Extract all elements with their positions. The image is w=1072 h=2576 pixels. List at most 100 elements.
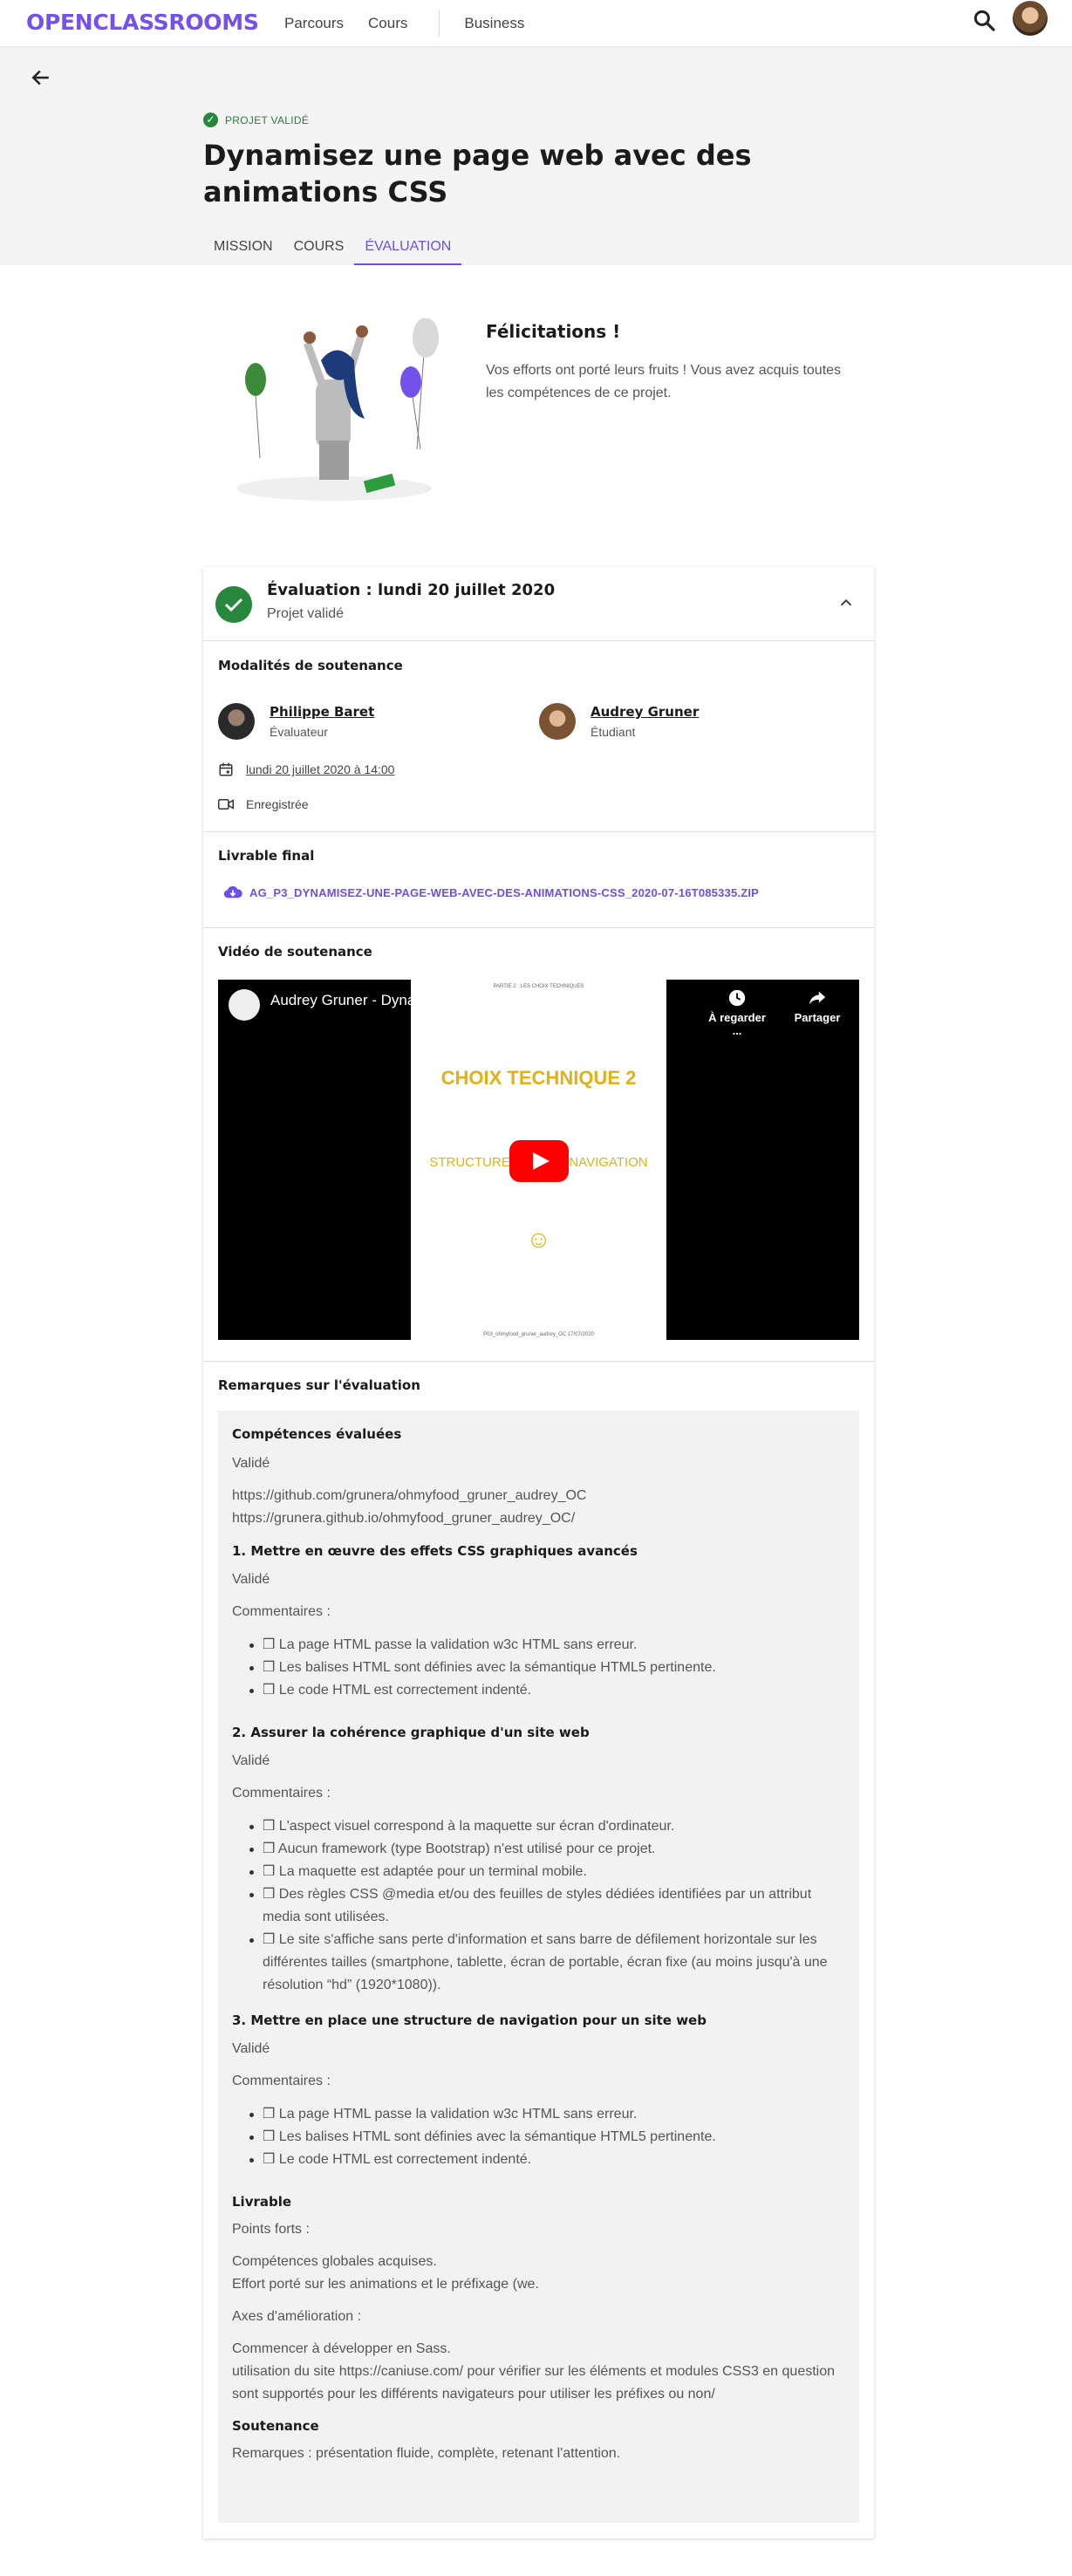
- status-label: PROJET VALIDÉ: [225, 113, 310, 126]
- video-title-overlay[interactable]: Audrey Gruner - Dynamisez une page web a…: [270, 992, 654, 1009]
- list-item: ❒ Le code HTML est correctement indenté.: [242, 2149, 844, 2171]
- soutenance-title: Soutenance: [232, 2418, 319, 2434]
- defense-date: lundi 20 juillet 2020 à 14:00: [218, 762, 394, 777]
- section-3-status: Validé: [232, 2041, 270, 2056]
- strength-line: Effort porté sur les animations et le pr…: [232, 2277, 539, 2292]
- section-3-comments-label: Commentaires :: [232, 2074, 331, 2088]
- strengths-label: Points forts :: [232, 2222, 310, 2237]
- student-name[interactable]: Audrey Gruner: [591, 703, 699, 721]
- evaluation-title: Évaluation : lundi 20 juillet 2020: [267, 581, 556, 599]
- github-pages-link[interactable]: https://grunera.github.io/ohmyfood_grune…: [232, 1507, 575, 1530]
- list-item: ❒ Des règles CSS @media et/ou des feuill…: [242, 1883, 844, 1929]
- project-tabs: MISSION COURS ÉVALUATION: [203, 230, 462, 265]
- share-button[interactable]: Partager: [782, 988, 852, 1024]
- watch-later-label: À regarder ...: [708, 1011, 766, 1037]
- divider: [203, 927, 874, 928]
- modalites-title: Modalités de soutenance: [218, 658, 403, 673]
- calendar-icon: [219, 762, 233, 776]
- defense-date-link[interactable]: lundi 20 juillet 2020 à 14:00: [246, 762, 394, 776]
- competences-title: Compétences évaluées: [232, 1426, 402, 1442]
- livrable-final-title: Livrable final: [218, 848, 315, 864]
- improve-line: Commencer à développer en Sass.: [232, 2341, 451, 2356]
- page-title: Dynamisez une page web avec des animatio…: [203, 139, 752, 208]
- evaluator-name[interactable]: Philippe Baret: [270, 703, 374, 721]
- channel-avatar[interactable]: [229, 989, 260, 1021]
- list-item: ❒ Les balises HTML sont définies avec la…: [242, 2126, 844, 2149]
- tab-cours[interactable]: COURS: [283, 230, 355, 265]
- section-1-comments-label: Commentaires :: [232, 1604, 331, 1619]
- chevron-up-icon[interactable]: [836, 593, 856, 612]
- share-label: Partager: [794, 1011, 841, 1024]
- evaluation-status: Projet validé: [267, 606, 345, 621]
- deliverable-download[interactable]: AG_P3_DYNAMISEZ-UNE-PAGE-WEB-AVEC-DES-AN…: [223, 885, 759, 899]
- celebration-illustration: [236, 318, 439, 501]
- nav-parcours[interactable]: Parcours: [284, 15, 344, 32]
- remarks-title: Remarques sur l'évaluation: [218, 1377, 420, 1393]
- avatar: [539, 703, 576, 740]
- tab-evaluation[interactable]: ÉVALUATION: [354, 230, 462, 265]
- video-player[interactable]: PARTIE 2 : LES CHOIX TECHNIQUES CHOIX TE…: [218, 980, 859, 1340]
- check-icon: [215, 586, 252, 623]
- nav-business[interactable]: Business: [464, 15, 524, 32]
- github-link[interactable]: https://github.com/grunera/ohmyfood_grun…: [232, 1485, 586, 1507]
- student: Audrey Gruner Étudiant: [539, 703, 699, 743]
- cloud-download-icon: [223, 885, 242, 899]
- main-nav: Parcours Cours Business: [284, 10, 549, 37]
- list-item: ❒ Le code HTML est correctement indenté.: [242, 1679, 844, 1702]
- list-item: ❒ Aucun framework (type Bootstrap) n'est…: [242, 1838, 844, 1861]
- competences-status: Validé: [232, 1456, 270, 1471]
- slide-title: CHOIX TECHNIQUE 2: [440, 1067, 637, 1089]
- slide-footer: P03_ohmyfood_gruner_audrey_OC 17/07/2020: [483, 1332, 594, 1337]
- evaluator-role: Évaluateur: [270, 725, 328, 739]
- strength-line: Compétences globales acquises.: [232, 2254, 437, 2269]
- search-icon[interactable]: [972, 8, 998, 34]
- user-avatar[interactable]: [1013, 1, 1048, 36]
- section-2-status: Validé: [232, 1753, 270, 1768]
- section-2-title: 2. Assurer la cohérence graphique d'un s…: [232, 1725, 590, 1740]
- project-header: ✓ PROJET VALIDÉ Dynamisez une page web a…: [0, 47, 1072, 265]
- section-3-list: ❒ La page HTML passe la validation w3c H…: [242, 2103, 844, 2171]
- evaluation-header[interactable]: Évaluation : lundi 20 juillet 2020 Proje…: [203, 567, 874, 641]
- deliverable-filename: AG_P3_DYNAMISEZ-UNE-PAGE-WEB-AVEC-DES-AN…: [249, 885, 760, 899]
- top-navbar: OPENCLASSROOMS Parcours Cours Business: [0, 0, 1072, 47]
- slide-emoji: ☺: [526, 1226, 551, 1253]
- share-icon: [809, 991, 826, 1005]
- watch-later-button[interactable]: À regarder ...: [702, 988, 772, 1037]
- improve-label: Axes d'amélioration :: [232, 2309, 362, 2324]
- soutenance-text: Remarques : présentation fluide, complèt…: [232, 2446, 621, 2461]
- recording-label: Enregistrée: [246, 797, 309, 811]
- list-item: ❒ La page HTML passe la validation w3c H…: [242, 2103, 844, 2126]
- slide-header: PARTIE 2 : LES CHOIX TECHNIQUES: [493, 984, 584, 989]
- list-item: ❒ Le site s'affiche sans perte d'informa…: [242, 1929, 844, 1997]
- list-item: ❒ La page HTML passe la validation w3c H…: [242, 1634, 844, 1657]
- congrats-text: Vos efforts ont porté leurs fruits ! Vou…: [486, 363, 842, 400]
- section-3-title: 3. Mettre en place une structure de navi…: [232, 2012, 707, 2028]
- list-item: ❒ Les balises HTML sont définies avec la…: [242, 1657, 844, 1679]
- recording-status: Enregistrée: [218, 797, 309, 811]
- avatar: [218, 703, 255, 740]
- video-camera-icon: [218, 799, 234, 810]
- list-item: ❒ La maquette est adaptée pour un termin…: [242, 1861, 844, 1883]
- check-icon: ✓: [203, 113, 218, 127]
- student-role: Étudiant: [591, 725, 636, 739]
- back-arrow-icon[interactable]: [28, 65, 54, 91]
- list-item: ❒ L'aspect visuel correspond à la maquet…: [242, 1815, 844, 1838]
- divider: [203, 831, 874, 832]
- tab-mission[interactable]: MISSION: [203, 230, 283, 265]
- play-icon[interactable]: [509, 1140, 569, 1182]
- section-1-title: 1. Mettre en œuvre des effets CSS graphi…: [232, 1543, 638, 1559]
- clock-icon: [728, 989, 746, 1007]
- video-title: Vidéo de soutenance: [218, 944, 372, 960]
- improve-line: utilisation du site https://caniuse.com/…: [232, 2364, 836, 2402]
- section-2-comments-label: Commentaires :: [232, 1786, 331, 1800]
- section-1-status: Validé: [232, 1572, 270, 1587]
- nav-divider: [439, 10, 440, 37]
- congrats-title: Félicitations !: [486, 321, 621, 342]
- project-status: ✓ PROJET VALIDÉ: [203, 113, 309, 127]
- livrable-title: Livrable: [232, 2194, 292, 2210]
- openclassrooms-logo[interactable]: OPENCLASSROOMS: [26, 10, 259, 35]
- evaluator: Philippe Baret Évaluateur: [218, 703, 374, 743]
- section-2-list: ❒ L'aspect visuel correspond à la maquet…: [242, 1815, 844, 1997]
- divider: [203, 1361, 874, 1362]
- nav-cours[interactable]: Cours: [368, 15, 407, 32]
